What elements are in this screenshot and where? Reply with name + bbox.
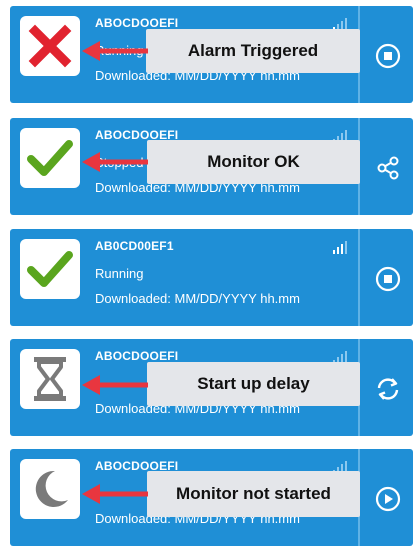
- arrow-icon: [82, 152, 148, 172]
- play-icon: [375, 486, 401, 512]
- arrow-icon: [82, 484, 148, 504]
- arrow-icon: [82, 375, 148, 395]
- stop-button[interactable]: [372, 40, 404, 72]
- status-icon-tile: [20, 349, 80, 409]
- device-id: ABOCDOOEFI: [95, 16, 179, 30]
- callout-alarm-triggered: Alarm Triggered: [146, 29, 360, 73]
- x-icon: [28, 24, 72, 68]
- moon-icon: [35, 470, 68, 507]
- callout-monitor-not-started: Monitor not started: [147, 471, 360, 517]
- play-button[interactable]: [372, 483, 404, 515]
- hourglass-icon: [34, 357, 66, 401]
- refresh-icon: [377, 378, 399, 400]
- device-id: AB0CD00EF1: [95, 239, 174, 253]
- status-icon-tile: [20, 239, 80, 299]
- refresh-button[interactable]: [372, 373, 404, 405]
- device-status: Running: [95, 266, 144, 281]
- checkmark-icon: [27, 251, 73, 287]
- arrow-icon: [82, 41, 148, 61]
- status-icon-tile: [20, 16, 80, 76]
- card-divider: [358, 229, 360, 326]
- stop-button[interactable]: [372, 263, 404, 295]
- callout-start-up-delay: Start up delay: [147, 362, 360, 406]
- checkmark-icon: [27, 140, 73, 176]
- share-button[interactable]: [372, 152, 404, 184]
- device-card-running[interactable]: AB0CD00EF1 Running Downloaded: MM/DD/YYY…: [10, 229, 413, 326]
- device-id: ABOCDOOEFI: [95, 349, 179, 363]
- signal-strength-icon: [333, 241, 347, 254]
- download-timestamp: Downloaded: MM/DD/YYYY hh.mm: [95, 291, 300, 306]
- stop-icon: [375, 266, 401, 292]
- stop-icon: [375, 43, 401, 69]
- share-icon: [377, 156, 399, 180]
- status-icon-tile: [20, 459, 80, 519]
- status-icon-tile: [20, 128, 80, 188]
- callout-monitor-ok: Monitor OK: [147, 140, 360, 184]
